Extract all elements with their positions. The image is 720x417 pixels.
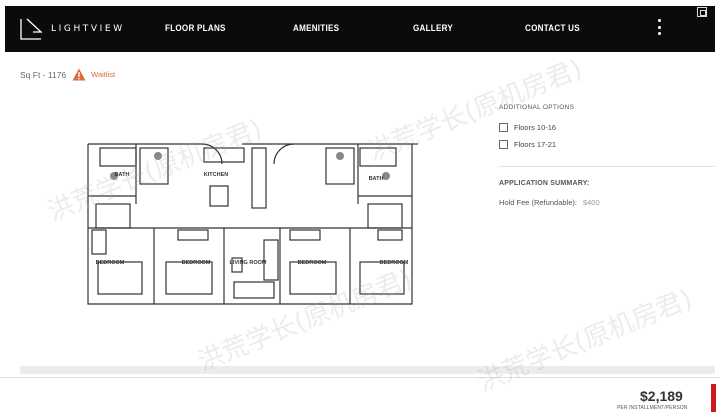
fp-label-kitchen: KITCHEN (204, 172, 228, 178)
warning-icon (72, 68, 86, 81)
floor-plan-image: BATH KITCHEN BATH BEDROOM BEDROOM LIVING… (87, 143, 418, 305)
option-floors-17-21[interactable]: Floors 17-21 (499, 140, 556, 149)
fp-label-bedroom-3: BEDROOM (298, 260, 327, 266)
footer-divider (0, 377, 720, 378)
price-amount: $2,189 (640, 388, 683, 404)
divider (499, 166, 715, 167)
apply-button[interactable] (711, 384, 716, 412)
application-summary-title: APPLICATION SUMMARY: (499, 180, 590, 187)
nav-floor-plans[interactable]: FLOOR PLANS (165, 23, 226, 34)
option-floors-10-16[interactable]: Floors 10-16 (499, 123, 556, 132)
waitlist-link[interactable]: Waitlist (91, 70, 115, 79)
hold-fee-value: $400 (582, 198, 600, 207)
kebab-menu-icon[interactable] (655, 17, 663, 37)
top-nav-bar: LIGHTVIEW FLOOR PLANS AMENITIES GALLERY … (5, 6, 715, 52)
sqft-label: Sq Ft - 1176 (20, 69, 67, 80)
fullscreen-icon[interactable] (697, 7, 707, 17)
option-label: Floors 10-16 (514, 123, 557, 132)
option-label: Floors 17-21 (514, 140, 557, 149)
lightview-logo[interactable]: LIGHTVIEW (19, 16, 125, 42)
fp-label-bath-right: BATH (369, 176, 384, 182)
checkbox[interactable] (499, 140, 508, 149)
watermark: 洪荒学长(原机房君) (473, 284, 697, 398)
fp-label-living-room: LIVING ROOM (230, 260, 267, 266)
fp-label-bedroom-4: BEDROOM (380, 260, 409, 266)
logo-mark-icon (20, 18, 43, 40)
nav-amenities[interactable]: AMENITIES (293, 23, 339, 34)
price-unit-label: PER INSTALLMENT/PERSON (617, 405, 688, 411)
checkbox[interactable] (499, 123, 508, 132)
nav-contact-us[interactable]: CONTACT US (525, 23, 580, 34)
unit-info-row: Sq Ft - 1176 Waitlist (20, 68, 115, 81)
additional-options-title: ADDITIONAL OPTIONS (499, 104, 575, 111)
fp-label-bedroom-1: BEDROOM (96, 260, 125, 266)
hold-fee-row: Hold Fee (Refundable): $400 (499, 198, 600, 207)
hold-fee-label: Hold Fee (Refundable): (499, 198, 577, 207)
logo-text: LIGHTVIEW (51, 24, 125, 34)
nav-gallery[interactable]: GALLERY (413, 23, 453, 34)
bottom-divider-strip (20, 366, 715, 374)
fp-label-bedroom-2: BEDROOM (182, 260, 211, 266)
fp-label-bath-left: BATH (115, 172, 130, 178)
